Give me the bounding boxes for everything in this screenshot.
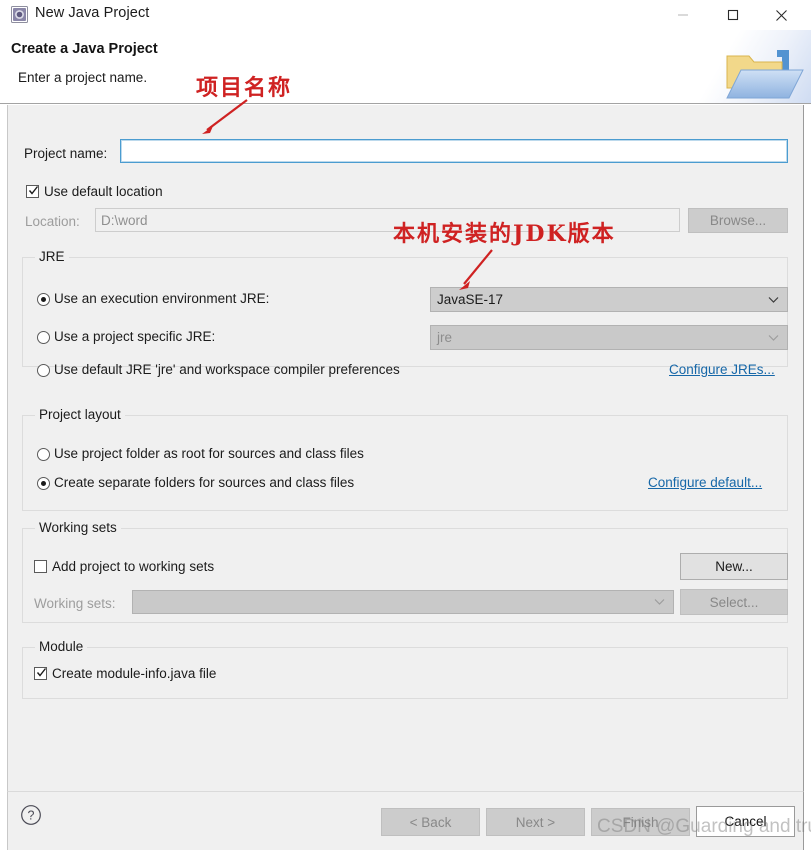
create-module-info-checkbox[interactable] (34, 667, 47, 680)
java-folder-banner-icon (726, 50, 804, 99)
select-working-set-button[interactable]: Select... (680, 589, 788, 615)
watermark: CSDN @Guarding and trust (597, 816, 811, 837)
help-icon: ? (21, 805, 41, 825)
configure-default-link[interactable]: Configure default... (648, 475, 762, 490)
jre-project-specific-radio[interactable] (37, 331, 50, 344)
maximize-icon (727, 9, 739, 21)
project-name-input[interactable] (120, 139, 788, 163)
svg-text:?: ? (28, 809, 35, 823)
wizard-header: Create a Java Project Enter a project na… (0, 30, 811, 104)
jre-default-label: Use default JRE 'jre' and workspace comp… (54, 362, 400, 377)
layout-separate-folders-label: Create separate folders for sources and … (54, 475, 355, 490)
back-button[interactable]: < Back (381, 808, 480, 836)
browse-label: Browse... (709, 213, 767, 228)
next-label: Next > (515, 814, 556, 830)
checkmark-icon (28, 186, 39, 195)
configure-jres-link[interactable]: Configure JREs... (669, 362, 775, 377)
layout-project-folder-radio[interactable] (37, 448, 50, 461)
radio-dot-icon (41, 481, 46, 486)
back-label: < Back (409, 814, 452, 830)
next-button[interactable]: Next > (486, 808, 585, 836)
java-project-icon (11, 6, 28, 23)
jre-group: JRE (22, 249, 788, 367)
project-specific-jre-combo[interactable]: jre (430, 325, 788, 350)
project-specific-jre-value: jre (437, 330, 453, 345)
jre-project-specific-label: Use a project specific JRE: (54, 329, 216, 344)
close-button[interactable] (758, 0, 804, 30)
project-layout-group-title: Project layout (35, 407, 125, 422)
new-java-project-dialog: New Java Project Create a Java Project E… (0, 0, 811, 850)
chevron-down-icon (768, 334, 779, 341)
dialog-body: Project name: Use default location Locat… (7, 105, 804, 791)
minimize-button[interactable] (660, 0, 706, 30)
use-default-location-label: Use default location (44, 184, 163, 199)
checkmark-icon (36, 668, 47, 677)
module-group-title: Module (35, 639, 88, 654)
jre-execution-env-radio[interactable] (37, 293, 50, 306)
select-working-set-label: Select... (709, 594, 759, 610)
layout-project-folder-label: Use project folder as root for sources a… (54, 446, 364, 461)
working-sets-group-title: Working sets (35, 520, 121, 535)
use-default-location-checkbox[interactable] (26, 185, 39, 198)
jre-execution-env-label: Use an execution environment JRE: (54, 291, 270, 306)
maximize-button[interactable] (710, 0, 756, 30)
radio-dot-icon (41, 297, 46, 302)
project-name-label: Project name: (24, 146, 108, 161)
location-label: Location: (25, 214, 80, 229)
execution-env-value: JavaSE-17 (437, 292, 504, 307)
project-layout-group: Project layout (22, 407, 788, 511)
jre-default-radio[interactable] (37, 364, 50, 377)
title-bar: New Java Project (0, 0, 811, 30)
header-banner (691, 30, 811, 103)
browse-button[interactable]: Browse... (688, 208, 788, 233)
new-working-set-label: New... (715, 559, 753, 574)
minimize-icon (678, 14, 688, 16)
working-sets-label: Working sets: (34, 596, 116, 611)
execution-env-combo[interactable]: JavaSE-17 (430, 287, 788, 312)
jre-group-title: JRE (35, 249, 69, 264)
page-title: Create a Java Project (11, 41, 158, 57)
new-working-set-button[interactable]: New... (680, 553, 788, 580)
window-title: New Java Project (35, 5, 150, 21)
annotation-project-name: 项目名称 (196, 75, 293, 101)
location-value: D:\word (101, 212, 148, 228)
page-subtitle: Enter a project name. (18, 70, 148, 85)
working-sets-combo[interactable] (132, 590, 674, 614)
add-project-to-working-sets-checkbox[interactable] (34, 560, 47, 573)
close-icon (775, 9, 787, 21)
add-project-to-working-sets-label: Add project to working sets (52, 559, 215, 574)
create-module-info-label: Create module-info.java file (52, 666, 217, 681)
chevron-down-icon (768, 296, 779, 303)
layout-separate-folders-radio[interactable] (37, 477, 50, 490)
help-button[interactable]: ? (20, 804, 42, 831)
chevron-down-icon (654, 599, 665, 605)
annotation-jdk-version: 本机安装的JDK版本 (393, 221, 616, 247)
